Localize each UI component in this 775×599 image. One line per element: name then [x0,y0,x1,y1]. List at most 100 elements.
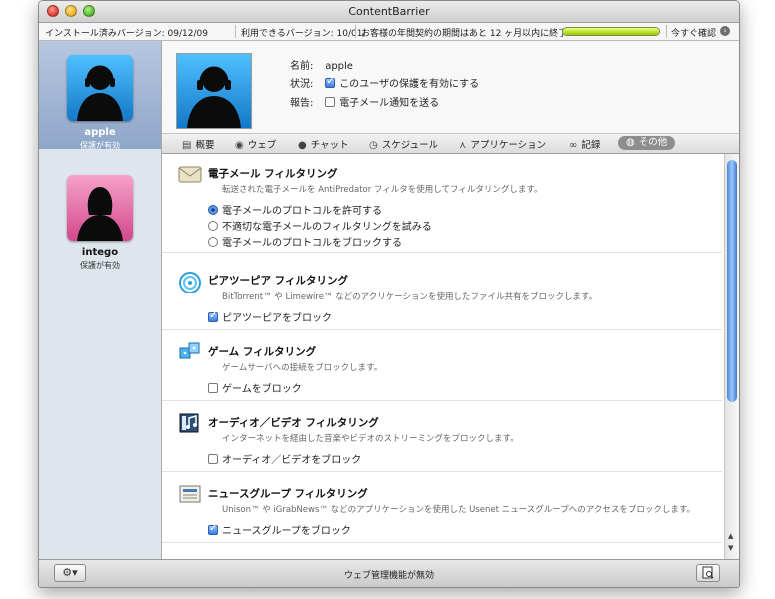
version-info-bar: インストール済みバージョン: 09/12/09 利用できるバージョン: 10/0… [39,23,739,41]
block-game-option[interactable]: ゲームをブロック [208,380,302,395]
main-panel: 名前: apple 状況: このユーザの保護を有効にする 報告: 電子メール通知… [162,41,739,559]
email-notification-label: 電子メール通知を送る [339,98,440,109]
tab-other[interactable]: ◍ その他 [618,136,676,150]
radio-label: 不適切な電子メールのフィルタリングを試みる [222,222,432,233]
block-peer-to-peer-checkbox[interactable] [208,310,218,322]
enable-protection-checkbox[interactable] [325,76,336,88]
chat-icon: ● [298,140,307,151]
radio-button[interactable] [208,237,218,247]
subscription-progress-bar [562,27,660,36]
report-button[interactable] [696,564,720,582]
user-item-intego[interactable]: intego 保護が有効 [39,161,161,270]
checkbox-label: オーディオ／ビデオをブロック [222,455,362,466]
divider [666,25,667,38]
name-label: 名前: [290,61,314,72]
radio-filter-email[interactable]: 不適切な電子メールのフィルタリングを試みる [208,218,432,233]
user-name: intego [81,247,119,258]
vertical-scrollbar[interactable]: ▲ ▼ [724,154,739,559]
block-newsgroup-checkbox[interactable] [208,523,218,535]
other-icon: ◍ [626,137,635,148]
email-icon [178,162,202,186]
tab-label: スケジュール [381,140,439,151]
radio-label: 電子メールのプロトコルをブロックする [222,238,402,249]
report-row: 報告: 電子メール通知を送る [290,94,439,109]
divider [235,25,236,38]
clock-icon: ◷ [369,140,378,151]
radio-button[interactable] [208,205,218,215]
block-audio-video-checkbox[interactable] [208,454,218,464]
checkbox-label: ニュースグループをブロック [222,526,351,537]
installed-version-text: インストール済みバージョン: 09/12/09 [45,29,208,39]
log-icon: ∞ [569,140,578,151]
block-peer-to-peer-option[interactable]: ピアツーピアをブロック [208,309,332,324]
subscription-text: お客様の年間契約の期間はあと 12 ヶ月以内に終了 [361,29,568,39]
section-description: Unison™ や iGrabNews™ などのアプリケーションを使用した Us… [222,505,695,515]
tab-overview[interactable]: ▤ 概要 [182,137,214,151]
filter-settings-list: 電子メール フィルタリング 転送された電子メールを AntiPredator フ… [162,154,724,559]
peer-to-peer-icon [178,269,202,294]
user-avatar-icon [67,55,133,121]
scrollbar-thumb[interactable] [727,160,737,402]
radio-allow-email[interactable]: 電子メールのプロトコルを許可する [208,202,382,217]
app-window: ContentBarrier インストール済みバージョン: 09/12/09 利… [38,0,740,588]
audio-video-section: オーディオ／ビデオ フィルタリング インターネットを経由した音楽やビデオのストリ… [162,411,722,472]
block-audio-video-option[interactable]: オーディオ／ビデオをブロック [208,451,361,466]
section-title: 電子メール フィルタリング [208,168,338,180]
tab-schedule[interactable]: ◷ スケジュール [369,137,438,151]
tab-label: 記録 [581,140,601,151]
peer-to-peer-section: ピアツーピア フィルタリング BitTorrent™ や Limewire™ な… [162,269,722,330]
tab-chat[interactable]: ● チャット [298,137,349,151]
status-label: 状況: [290,79,314,90]
block-newsgroup-option[interactable]: ニュースグループをブロック [208,522,351,537]
name-value: apple [325,61,353,72]
scroll-up-icon[interactable]: ▲ [728,532,733,540]
status-row: 状況: このユーザの保護を有効にする [290,75,479,90]
game-icon [178,340,202,364]
report-label: 報告: [290,98,314,109]
available-version-text: 利用できるバージョン: 10/01/ [241,29,366,39]
tab-application[interactable]: ⋏ アプリケーション [459,137,546,151]
bottom-bar: ⚙▾ ウェブ管理機能が無効 [39,559,739,587]
web-admin-status: ウェブ管理機能が無効 [343,571,434,581]
tab-label: アプリケーション [470,140,547,151]
newsgroup-section: ニュースグループ フィルタリング Unison™ や iGrabNews™ など… [162,482,722,543]
section-title: ゲーム フィルタリング [208,346,317,358]
user-item-apple[interactable]: apple 保護が有効 [39,41,161,150]
section-title: ニュースグループ フィルタリング [208,488,368,500]
section-description: ゲームサーバへの接続をブロックします。 [222,363,383,373]
user-avatar-icon [67,175,133,241]
check-now-link[interactable]: 今すぐ確認 [671,26,716,39]
tab-web[interactable]: ◉ ウェブ [235,137,276,151]
web-icon: ◉ [235,140,244,151]
tab-label: その他 [638,137,668,148]
user-status: 保護が有効 [80,141,120,150]
tab-label: ウェブ [247,140,277,151]
name-row: 名前: apple [290,57,353,72]
user-status: 保護が有効 [80,261,120,270]
application-icon: ⋏ [459,140,467,151]
arrow-right-icon[interactable]: › [720,26,730,36]
game-section: ゲーム フィルタリング ゲームサーバへの接続をブロックします。 ゲームをブロック [162,340,722,401]
user-name: apple [84,127,116,138]
block-game-checkbox[interactable] [208,383,218,393]
divider [355,25,356,38]
section-description: BitTorrent™ や Limewire™ などのアクリケーションを使用した… [222,292,598,302]
report-icon [702,566,714,579]
overview-icon: ▤ [182,140,192,151]
radio-button[interactable] [208,221,218,231]
tab-log[interactable]: ∞ 記録 [569,137,600,151]
section-title: ピアツーピア フィルタリング [208,275,348,287]
subscription-progress-fill [563,28,659,35]
radio-block-email[interactable]: 電子メールのプロトコルをブロックする [208,234,402,249]
window-title: ContentBarrier [348,5,430,18]
checkbox-label: ゲームをブロック [222,384,302,395]
user-list-sidebar: apple 保護が有効 intego 保護が有効 [39,41,162,559]
tab-label: 概要 [195,140,215,151]
newsgroup-icon [178,482,202,506]
section-description: インターネットを経由した音楽やビデオのストリーミングをブロックします。 [222,434,519,444]
section-description: 転送された電子メールを AntiPredator フィルタを使用してフィルタリン… [222,185,543,195]
tab-label: チャット [310,140,349,151]
email-notification-checkbox[interactable] [325,97,336,107]
scroll-down-icon[interactable]: ▼ [728,544,733,552]
email-filtering-section: 電子メール フィルタリング 転送された電子メールを AntiPredator フ… [162,162,722,253]
